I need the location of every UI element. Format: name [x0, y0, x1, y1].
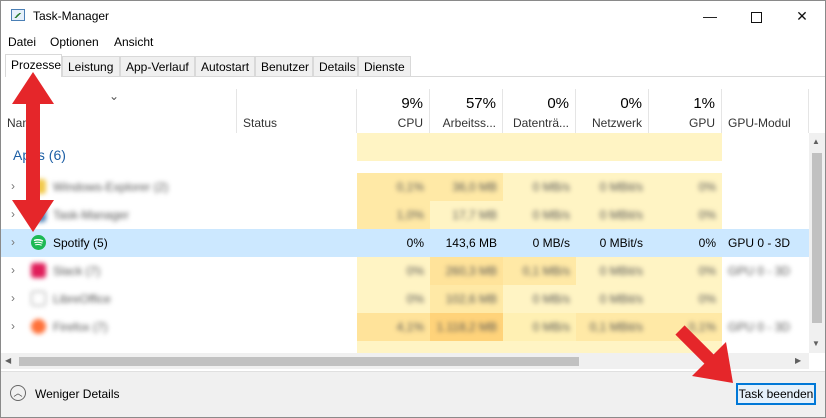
annotation-arrows: [12, 72, 733, 383]
vertical-double-arrow: [12, 72, 54, 232]
diagonal-arrow-to-end-task: [675, 325, 733, 383]
